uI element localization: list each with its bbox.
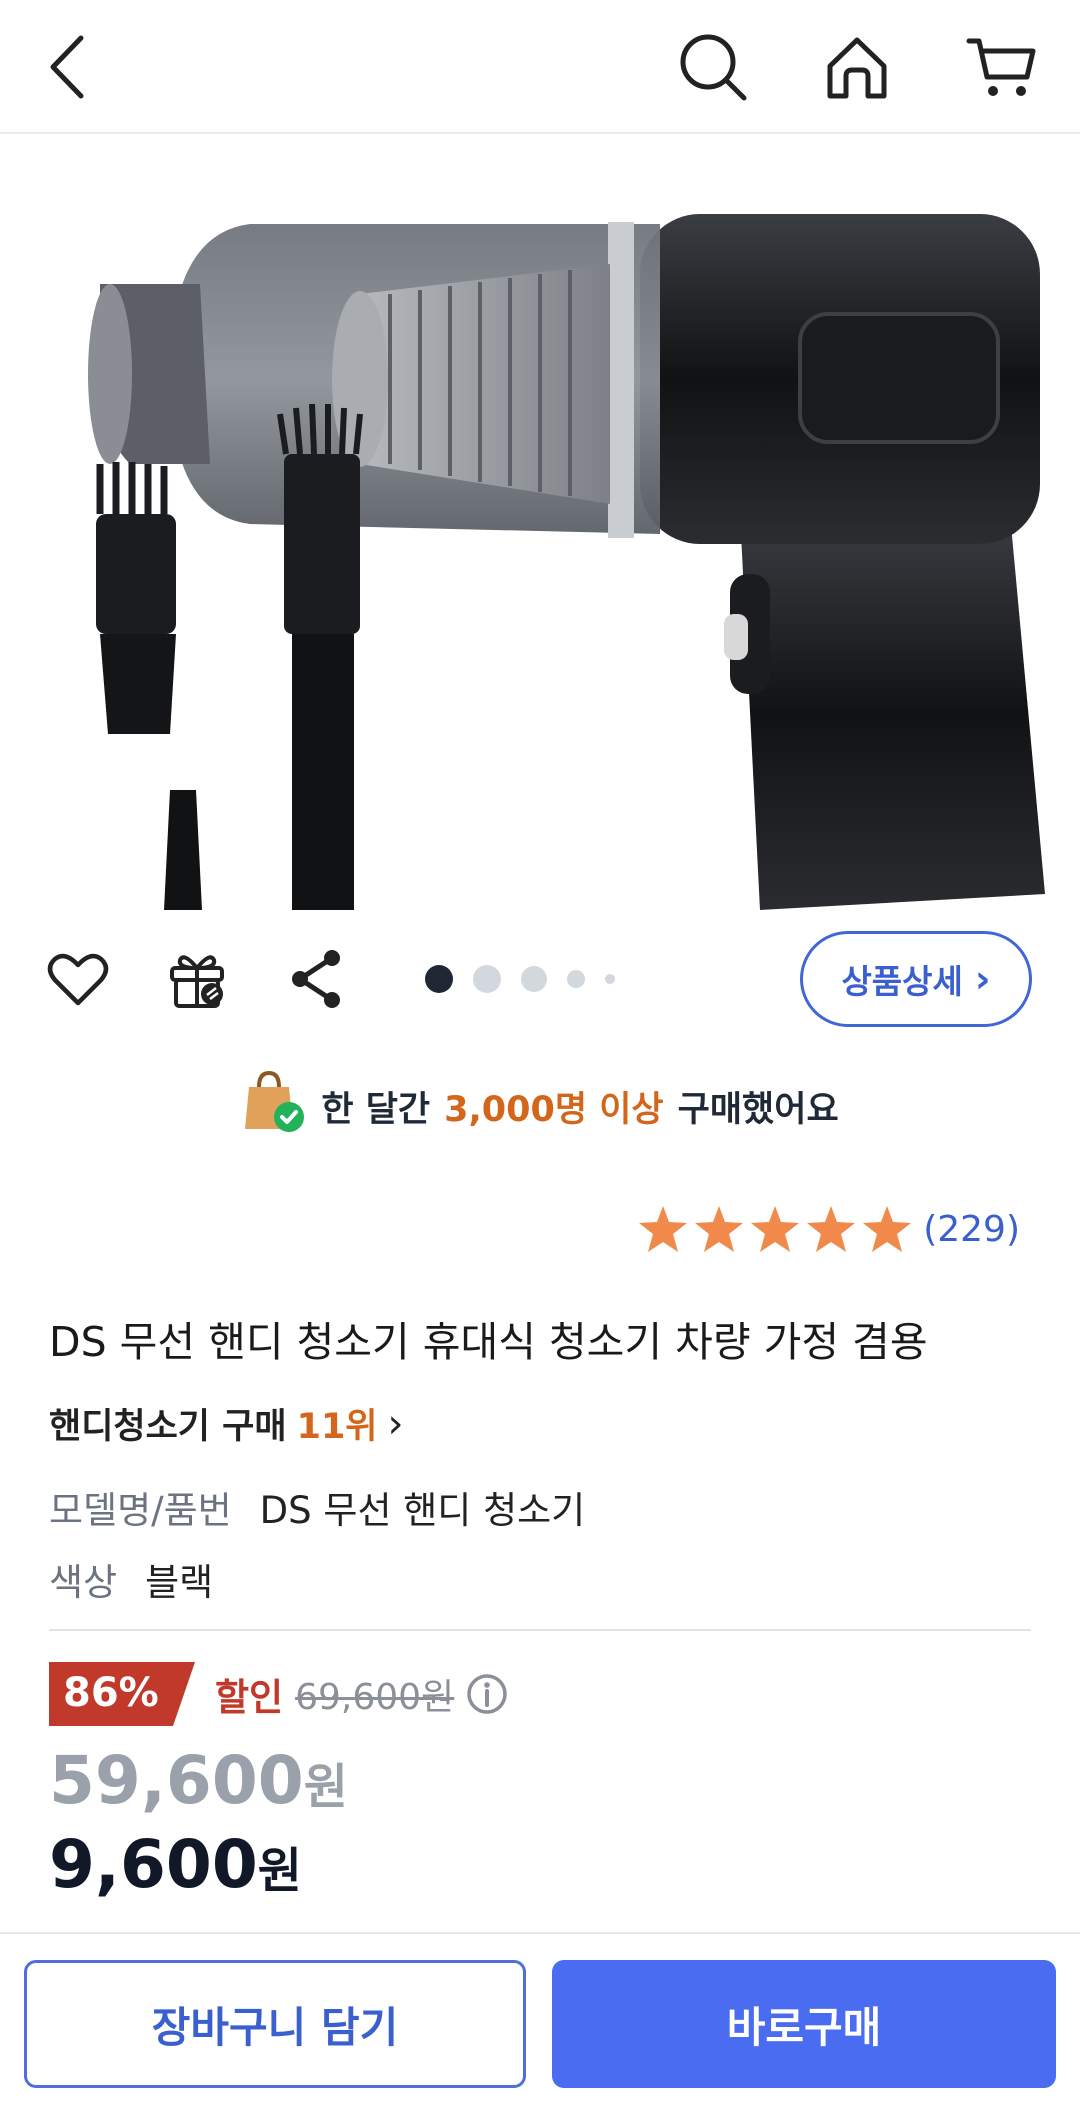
spec-value: DS 무선 핸디 청소기: [259, 1489, 586, 1532]
star-icon: [863, 1206, 912, 1252]
buy-now-button[interactable]: 바로구매: [552, 1960, 1056, 2088]
buyers-suffix: 구매했어요: [677, 1089, 839, 1130]
spec-row-color: 색상 블랙: [49, 1552, 213, 1606]
purchase-count-banner: 한 달간 3,000명 이상 구매했어요: [0, 1066, 1080, 1146]
share-icon[interactable]: [280, 942, 354, 1016]
discount-label: 할인: [215, 1676, 284, 1719]
rank-value: 11위: [296, 1407, 378, 1447]
discount-badge: 86%: [49, 1662, 195, 1726]
shopping-bag-check-icon: [241, 1069, 307, 1144]
buyers-highlight: 3,000명 이상: [444, 1089, 664, 1130]
spec-value: 블랙: [145, 1561, 214, 1604]
rating-summary[interactable]: (229): [637, 1204, 1020, 1254]
info-icon[interactable]: [466, 1673, 508, 1715]
back-icon[interactable]: [24, 22, 114, 112]
rank-prefix: 핸디청소기 구매: [49, 1407, 287, 1447]
final-price-number: 9,600: [49, 1826, 258, 1903]
spec-row-model: 모델명/품번 DS 무선 핸디 청소기: [49, 1480, 585, 1534]
heart-icon[interactable]: [41, 942, 115, 1016]
product-detail-label: 상품상세: [841, 962, 963, 1001]
spec-key: 모델명/품번: [49, 1489, 232, 1532]
star-icon: [639, 1206, 688, 1252]
discount-row: 86% 할인 69,600원: [49, 1662, 508, 1726]
add-to-cart-button[interactable]: 장바구니 담기: [24, 1960, 526, 2088]
cart-icon[interactable]: [956, 22, 1046, 112]
star-icon: [695, 1206, 744, 1252]
product-detail-button[interactable]: 상품상세 ›: [800, 931, 1032, 1027]
bottom-action-bar: 장바구니 담기 바로구매: [0, 1932, 1080, 2109]
gallery-dot[interactable]: [567, 970, 585, 988]
review-count[interactable]: (229): [923, 1209, 1020, 1250]
final-price-unit: 원: [257, 1843, 302, 1899]
gallery-dot[interactable]: [473, 965, 501, 993]
star-icon: [807, 1206, 856, 1252]
buyers-prefix: 한 달간: [321, 1089, 431, 1130]
product-image[interactable]: [0, 134, 1080, 910]
sale-price-number: 59,600: [49, 1742, 304, 1819]
star-icon: [751, 1206, 800, 1252]
divider: [49, 1629, 1031, 1631]
gallery-dot[interactable]: [605, 974, 615, 984]
sale-price-unit: 원: [303, 1759, 348, 1815]
spec-key: 색상: [49, 1561, 118, 1604]
gallery-pagination: [425, 965, 615, 993]
top-navigation-bar: [0, 0, 1080, 134]
gallery-dot[interactable]: [521, 966, 547, 992]
original-price: 69,600원: [295, 1677, 455, 1718]
product-title: DS 무선 핸디 청소기 휴대식 청소기 차량 가정 겸용: [49, 1318, 928, 1366]
category-rank-link[interactable]: 핸디청소기 구매 11위 ›: [49, 1398, 404, 1449]
home-icon[interactable]: [812, 22, 902, 112]
discount-percent: 86%: [63, 1670, 159, 1716]
gallery-dot-active[interactable]: [425, 965, 453, 993]
chevron-right-icon: ›: [974, 957, 991, 1001]
sale-price: 59,600원: [49, 1742, 348, 1819]
search-icon[interactable]: [668, 22, 758, 112]
final-price: 9,600원: [49, 1826, 302, 1903]
gift-icon[interactable]: [160, 942, 234, 1016]
chevron-right-icon: ›: [387, 1400, 404, 1447]
